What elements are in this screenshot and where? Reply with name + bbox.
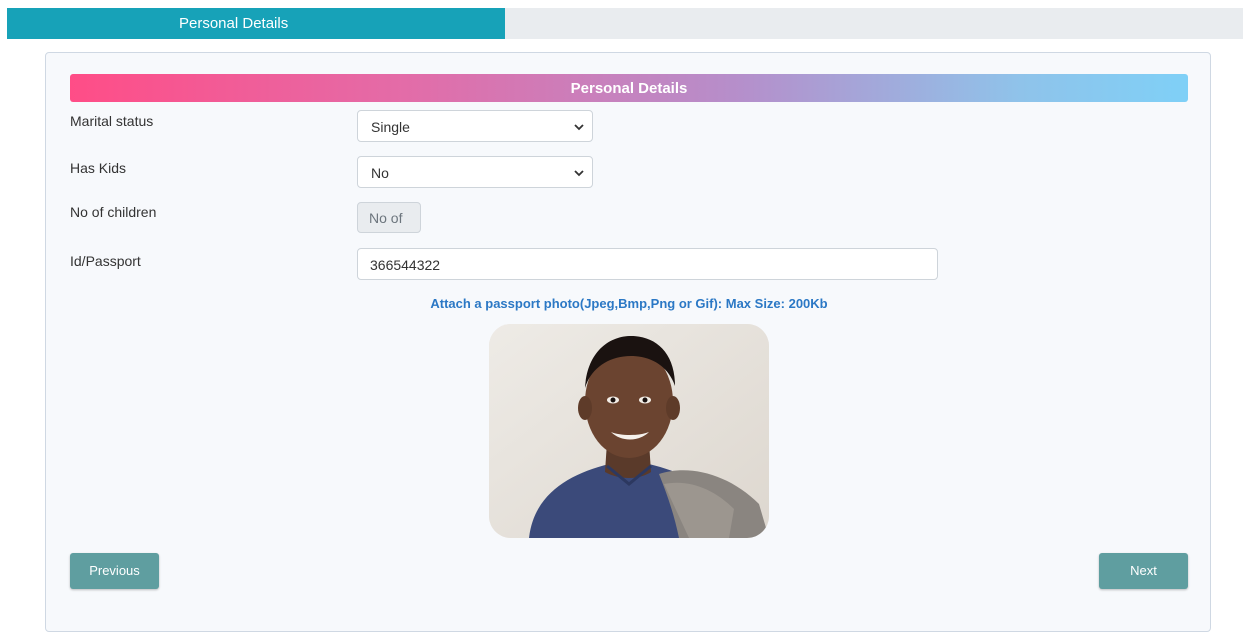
passport-photo[interactable] (489, 324, 769, 538)
attach-photo-label[interactable]: Attach a passport photo(Jpeg,Bmp,Png or … (46, 296, 1212, 311)
person-photo-image (489, 324, 769, 538)
marital-status-value: Single (371, 119, 410, 135)
chevron-down-icon (574, 111, 584, 157)
has-kids-label: Has Kids (70, 160, 127, 176)
tab-bar: Personal Details (7, 8, 1243, 39)
previous-button[interactable]: Previous (70, 553, 159, 589)
tab-personal-details[interactable]: Personal Details (7, 8, 505, 39)
marital-status-label: Marital status (70, 113, 154, 129)
id-passport-input[interactable]: 366544322 (357, 248, 938, 280)
form-card: Personal Details Marital status Single H… (45, 52, 1211, 632)
id-passport-label: Id/Passport (70, 253, 141, 269)
no-of-children-label: No of children (70, 204, 157, 220)
marital-status-select[interactable]: Single (357, 110, 593, 142)
no-of-children-input[interactable]: No of (357, 202, 421, 233)
has-kids-select[interactable]: No (357, 156, 593, 188)
next-button[interactable]: Next (1099, 553, 1188, 589)
chevron-down-icon (574, 157, 584, 203)
section-header: Personal Details (70, 74, 1188, 102)
has-kids-value: No (371, 165, 389, 181)
